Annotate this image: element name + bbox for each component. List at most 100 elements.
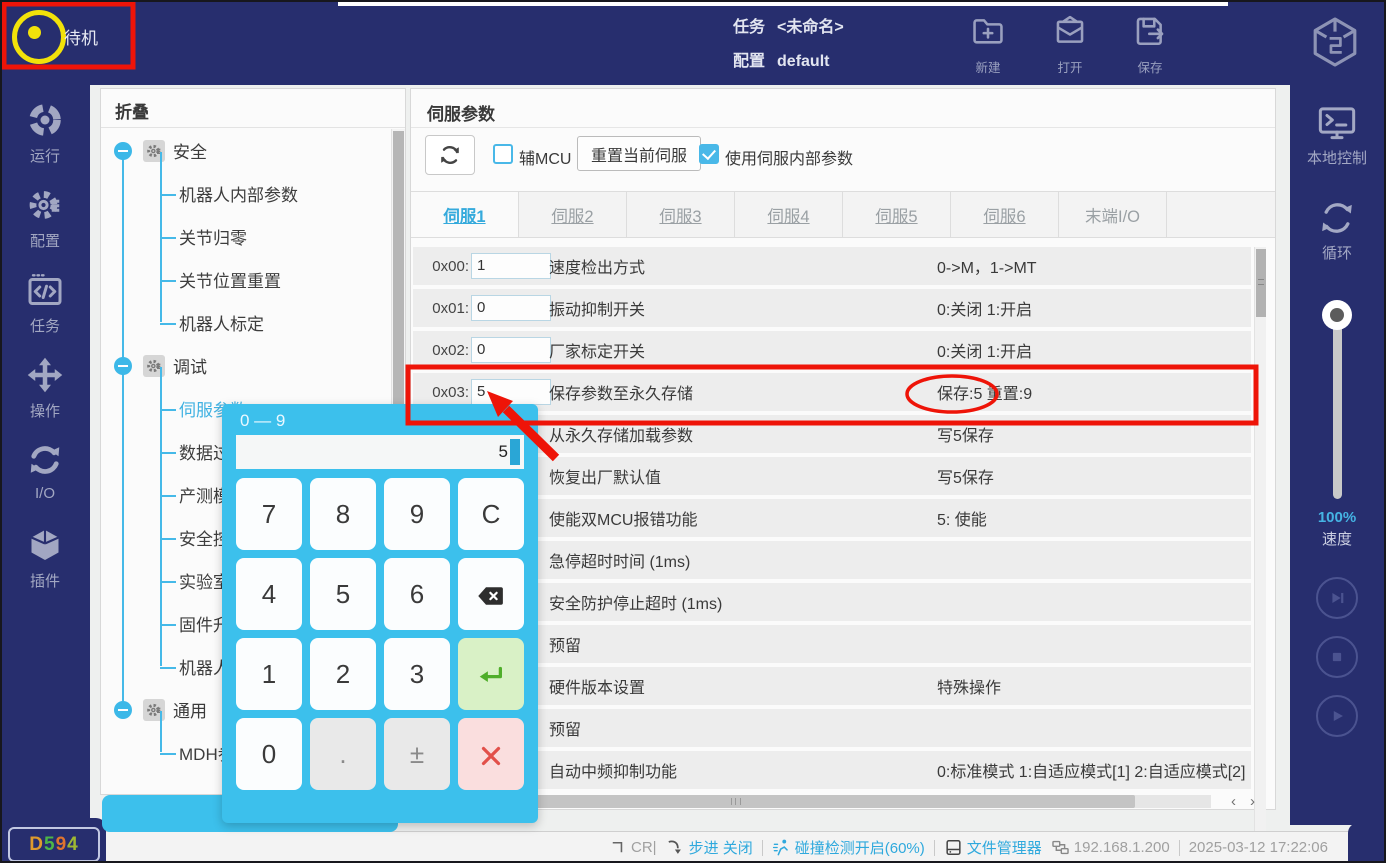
param-value-input[interactable]: 5 xyxy=(471,379,551,405)
clock: 2025-03-12 17:22:06 xyxy=(1189,839,1328,856)
nav-task[interactable]: 任务 xyxy=(0,272,90,336)
key-4[interactable]: 4 xyxy=(236,558,302,630)
keypad-input[interactable]: 5 xyxy=(236,435,524,469)
page-title: 伺服参数 xyxy=(427,100,495,125)
key-9[interactable]: 9 xyxy=(384,478,450,550)
open-button[interactable]: 打开 xyxy=(1032,10,1108,76)
param-row-7[interactable]: 急停超时时间 (1ms) xyxy=(413,541,1251,579)
collapse-icon[interactable] xyxy=(114,142,132,160)
key-backspace[interactable] xyxy=(458,558,524,630)
nav-io[interactable]: I/O xyxy=(0,442,90,502)
reset-servo-button[interactable]: 重置当前伺服 xyxy=(577,136,701,171)
nav-config[interactable]: 配置 xyxy=(0,187,90,251)
param-row-6[interactable]: 使能双MCU报错功能5: 使能 xyxy=(413,499,1251,537)
refresh-button[interactable] xyxy=(425,135,475,175)
key-clear[interactable]: C xyxy=(458,478,524,550)
collapse-icon[interactable] xyxy=(114,357,132,375)
key-enter[interactable] xyxy=(458,638,524,710)
key-1[interactable]: 1 xyxy=(236,638,302,710)
move-icon xyxy=(27,357,63,393)
key-5[interactable]: 5 xyxy=(310,558,376,630)
step-mode[interactable]: 步进 关闭 xyxy=(666,837,753,858)
nav-operate[interactable]: 操作 xyxy=(0,357,90,421)
cr-indicator: CR| xyxy=(608,838,657,857)
tab-filler xyxy=(1167,192,1275,237)
nav-plugin[interactable]: 插件 xyxy=(0,527,90,591)
scroll-right-icon[interactable]: › xyxy=(1250,793,1255,810)
param-row-5[interactable]: 恢复出厂默认值写5保存 xyxy=(413,457,1251,495)
speed-slider-knob[interactable] xyxy=(1322,300,1352,330)
loop-mode[interactable]: 循环 xyxy=(1290,198,1384,263)
key-dot[interactable]: . xyxy=(310,718,376,790)
tree-item-关节位置重置[interactable]: 关节位置重置 xyxy=(101,258,391,301)
tab-end-io[interactable]: 末端I/O xyxy=(1059,192,1167,237)
param-row-3[interactable]: 0x03:5保存参数至永久存储保存:5 重置:9 xyxy=(413,373,1251,411)
param-row-9[interactable]: 预留 xyxy=(413,625,1251,663)
step-forward-button[interactable] xyxy=(1316,577,1358,619)
aux-mcu-checkbox[interactable] xyxy=(493,144,513,164)
tree-group-safety[interactable]: 安全 xyxy=(101,129,391,172)
param-description: 硬件版本设置 xyxy=(549,674,645,698)
servo-tabs: 伺服1伺服2伺服3伺服4伺服5伺服6末端I/O xyxy=(411,191,1275,238)
param-value-input[interactable]: 1 xyxy=(471,253,551,279)
param-value-input[interactable]: 0 xyxy=(471,295,551,321)
play-button[interactable] xyxy=(1316,695,1358,737)
nav-run[interactable]: 运行 xyxy=(0,102,90,166)
config-icon xyxy=(27,187,63,223)
param-row-0[interactable]: 0x00:1速度检出方式0->M，1->MT xyxy=(413,247,1251,285)
keypad-input-value: 5 xyxy=(499,442,508,462)
tab-servo-4[interactable]: 伺服4 xyxy=(735,192,843,237)
save-button[interactable]: 保存 xyxy=(1112,10,1188,76)
key-7[interactable]: 7 xyxy=(236,478,302,550)
param-row-12[interactable]: 自动中频抑制功能0:标准模式 1:自适应模式[1] 2:自适应模式[2] xyxy=(413,751,1251,789)
tree-group-debug[interactable]: 调试 xyxy=(101,344,391,387)
collision-detect[interactable]: 碰撞检测开启(60%) xyxy=(772,837,925,858)
tree-item-机器人标定[interactable]: 机器人标定 xyxy=(101,301,391,344)
key-plusminus[interactable]: ± xyxy=(384,718,450,790)
scroll-left-icon[interactable]: ‹ xyxy=(1231,793,1236,810)
new-button[interactable]: 新建 xyxy=(950,10,1026,76)
use-internal-params-checkbox[interactable] xyxy=(699,144,719,164)
collapse-icon[interactable] xyxy=(114,701,132,719)
param-row-11[interactable]: 预留 xyxy=(413,709,1251,747)
scrollbar-grip-icon xyxy=(731,798,741,805)
key-0[interactable]: 0 xyxy=(236,718,302,790)
key-cancel[interactable] xyxy=(458,718,524,790)
stop-button[interactable] xyxy=(1316,636,1358,678)
speed-slider-track[interactable] xyxy=(1333,313,1342,499)
tab-servo-1[interactable]: 伺服1 xyxy=(411,192,519,237)
tree-item-关节归零[interactable]: 关节归零 xyxy=(101,215,391,258)
save-button-label: 保存 xyxy=(1112,57,1188,76)
key-8[interactable]: 8 xyxy=(310,478,376,550)
param-address: 0x03: xyxy=(421,384,469,401)
param-row-10[interactable]: 硬件版本设置特殊操作 xyxy=(413,667,1251,705)
aux-mcu-label: 辅MCU xyxy=(519,145,571,169)
param-row-4[interactable]: 从永久存储加载参数写5保存 xyxy=(413,415,1251,453)
scroll-arrows[interactable]: ‹› xyxy=(1217,792,1269,810)
tab-servo-2[interactable]: 伺服2 xyxy=(519,192,627,237)
key-3[interactable]: 3 xyxy=(384,638,450,710)
table-vertical-scrollbar[interactable] xyxy=(1254,247,1266,863)
param-value-input[interactable]: 0 xyxy=(471,337,551,363)
file-manager[interactable]: 文件管理器 xyxy=(944,837,1042,858)
tab-servo-6[interactable]: 伺服6 xyxy=(951,192,1059,237)
clock-text: 2025-03-12 17:22:06 xyxy=(1189,839,1328,856)
param-options: 0->M，1->MT xyxy=(937,254,1037,278)
param-row-8[interactable]: 安全防护停止超时 (1ms) xyxy=(413,583,1251,621)
key-6[interactable]: 6 xyxy=(384,558,450,630)
table-vertical-scrollbar-thumb[interactable] xyxy=(1256,249,1266,317)
config-label: 配置 xyxy=(733,53,765,70)
local-control[interactable]: 本地控制 xyxy=(1290,103,1384,168)
status-bar: CR|步进 关闭碰撞检测开启(60%)文件管理器192.168.1.200202… xyxy=(0,831,1386,863)
param-row-2[interactable]: 0x02:0厂家标定开关0:关闭 1:开启 xyxy=(413,331,1251,369)
numeric-keypad: 0 — 9 5 789C4561230.± xyxy=(222,404,538,823)
tree-item-机器人内部参数[interactable]: 机器人内部参数 xyxy=(101,172,391,215)
drive-icon xyxy=(944,838,963,857)
tree-group-label: 通用 xyxy=(173,697,207,722)
tab-servo-3[interactable]: 伺服3 xyxy=(627,192,735,237)
tab-servo-5[interactable]: 伺服5 xyxy=(843,192,951,237)
param-row-1[interactable]: 0x01:0振动抑制开关0:关闭 1:开启 xyxy=(413,289,1251,327)
refresh-icon xyxy=(438,143,462,167)
key-2[interactable]: 2 xyxy=(310,638,376,710)
param-description: 速度检出方式 xyxy=(549,254,645,278)
